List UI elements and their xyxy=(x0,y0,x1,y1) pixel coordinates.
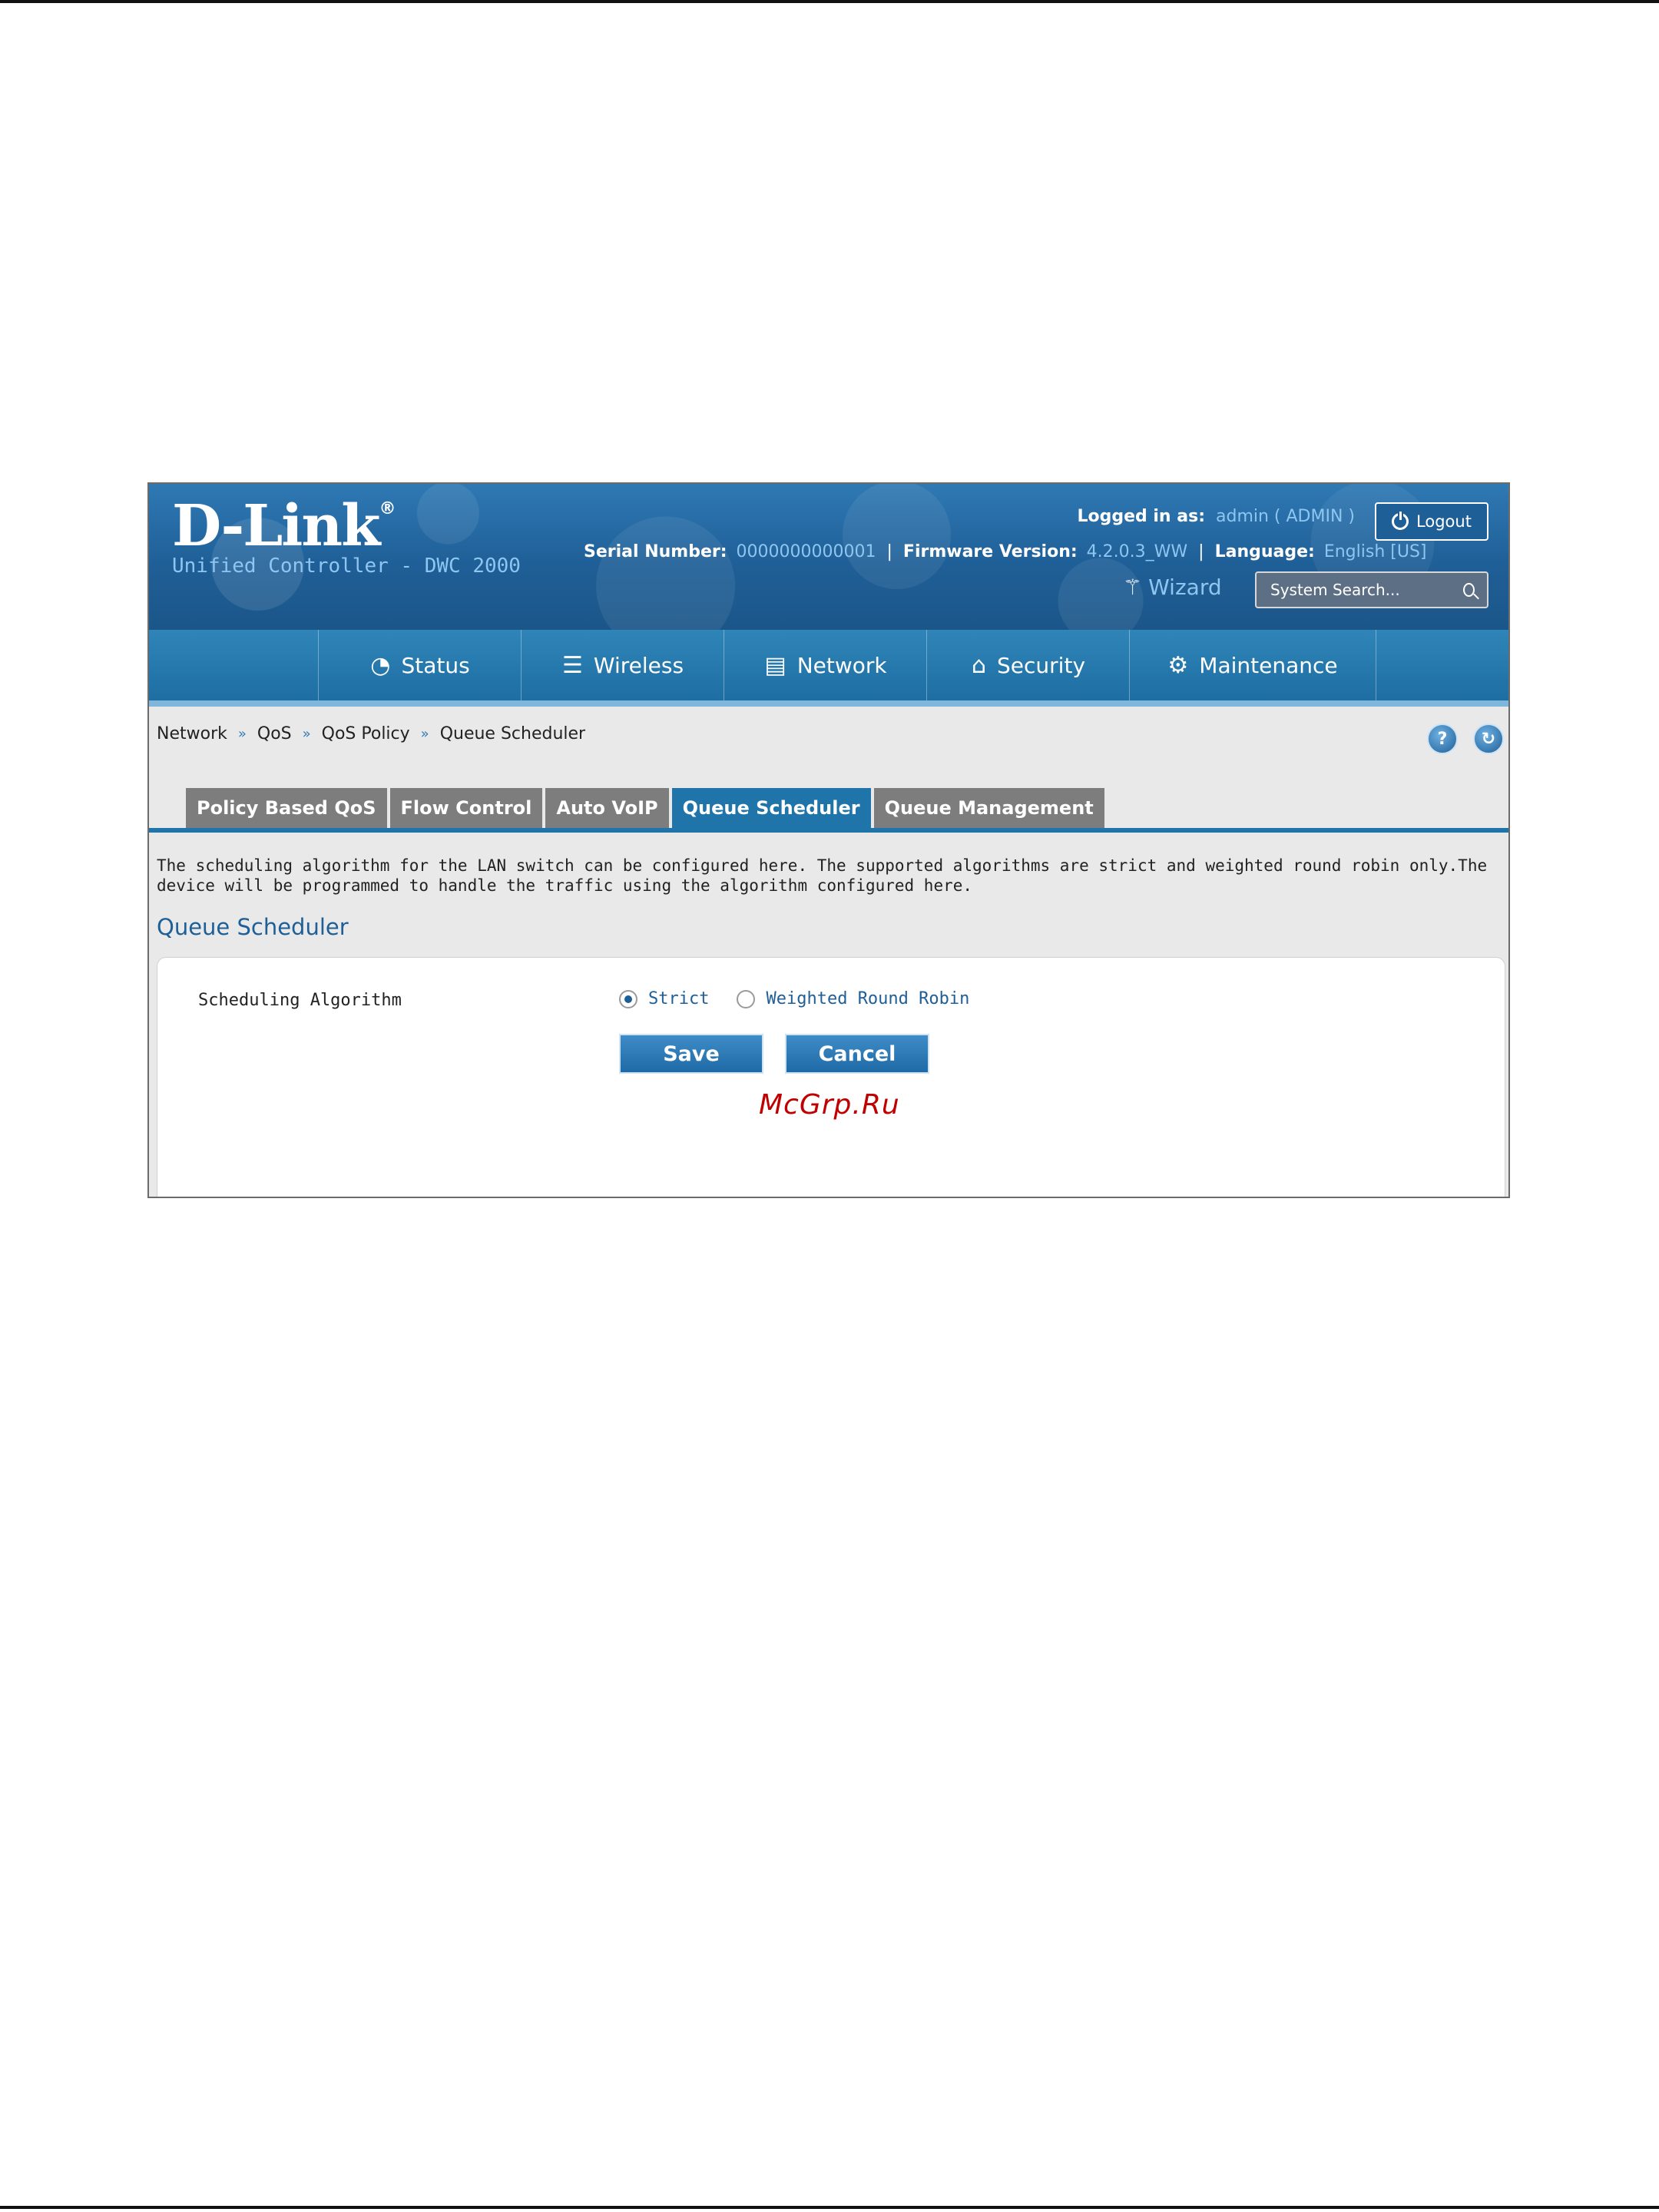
logged-in-status: Logged in as: admin ( ADMIN ) xyxy=(1077,507,1355,526)
breadcrumb-item[interactable]: QoS Policy xyxy=(322,724,410,743)
breadcrumb-item[interactable]: QoS xyxy=(257,724,292,743)
gear-icon: ⚙ xyxy=(1167,651,1189,679)
system-search[interactable] xyxy=(1255,571,1488,608)
nav-item-status[interactable]: ◔ Status xyxy=(318,630,522,700)
dlink-logo: D-Link® xyxy=(172,493,396,559)
nav-item-network[interactable]: ▤ Network xyxy=(724,630,927,700)
logged-in-label: Logged in as: xyxy=(1077,507,1205,526)
logged-in-user: admin ( ADMIN ) xyxy=(1216,507,1355,526)
section-title: Queue Scheduler xyxy=(157,914,349,940)
wizard-link[interactable]: ⚚ Wizard xyxy=(1123,575,1222,600)
language-label: Language: xyxy=(1214,542,1315,561)
product-name: Unified Controller - DWC 2000 xyxy=(172,555,521,578)
breadcrumb-item[interactable]: Network xyxy=(157,724,227,743)
nav-label: Wireless xyxy=(593,652,684,678)
tab-queue-management[interactable]: Queue Management xyxy=(873,788,1104,828)
divider: | xyxy=(1198,542,1204,561)
scheduling-algorithm-radios: Strict Weighted Round Robin xyxy=(619,989,986,1008)
breadcrumb-separator: » xyxy=(302,726,311,742)
nav-label: Security xyxy=(997,652,1086,678)
divider: | xyxy=(886,542,892,561)
tab-auto-voip[interactable]: Auto VoIP xyxy=(545,788,669,828)
refresh-icon[interactable]: ↻ xyxy=(1473,724,1504,754)
nav-item-security[interactable]: ⌂ Security xyxy=(926,630,1130,700)
radio-weighted-round-robin[interactable] xyxy=(737,989,756,1008)
nav-label: Status xyxy=(401,652,470,678)
computer-icon: ▤ xyxy=(764,651,786,679)
breadcrumb-separator: » xyxy=(420,726,429,742)
logout-button[interactable]: Logout xyxy=(1375,502,1488,541)
main-nav: ◔ Status ☰ Wireless ▤ Network ⌂ Security… xyxy=(149,630,1508,707)
logout-label: Logout xyxy=(1416,512,1472,531)
language-link[interactable]: English [US] xyxy=(1324,542,1427,561)
nav-label: Network xyxy=(796,652,887,678)
help-icon[interactable]: ? xyxy=(1427,724,1458,754)
wizard-label: Wizard xyxy=(1148,575,1222,600)
magic-wand-icon: ⚚ xyxy=(1123,575,1143,600)
header-banner: D-Link® Unified Controller - DWC 2000 Lo… xyxy=(149,484,1508,630)
serial-label: Serial Number: xyxy=(584,542,727,561)
radio-strict-label[interactable]: Strict xyxy=(648,989,709,1008)
tab-queue-scheduler[interactable]: Queue Scheduler xyxy=(671,788,871,828)
nav-item-maintenance[interactable]: ⚙ Maintenance xyxy=(1129,630,1376,700)
save-button[interactable]: Save xyxy=(619,1034,763,1074)
tab-bar: Policy Based QoS Flow Control Auto VoIP … xyxy=(186,788,1104,828)
lock-icon: ⌂ xyxy=(971,651,987,679)
radio-strict[interactable] xyxy=(619,989,637,1008)
firmware-value: 4.2.0.3_WW xyxy=(1086,542,1188,561)
breadcrumb-current: Queue Scheduler xyxy=(439,724,586,743)
app-window: D-Link® Unified Controller - DWC 2000 Lo… xyxy=(147,482,1510,1198)
wifi-icon: ☰ xyxy=(561,651,583,679)
page-bottom-rule xyxy=(0,2206,1659,2209)
nav-label: Maintenance xyxy=(1199,652,1338,678)
scheduling-algorithm-label: Scheduling Algorithm xyxy=(198,991,402,1010)
search-input[interactable] xyxy=(1269,580,1463,600)
breadcrumb: Network » QoS » QoS Policy » Queue Sched… xyxy=(157,724,585,743)
page-description: The scheduling algorithm for the LAN swi… xyxy=(157,856,1488,895)
cancel-button[interactable]: Cancel xyxy=(785,1034,929,1074)
power-icon xyxy=(1392,512,1409,530)
tab-flow-control[interactable]: Flow Control xyxy=(389,788,543,828)
search-icon[interactable] xyxy=(1463,583,1475,597)
breadcrumb-separator: » xyxy=(237,726,247,742)
gauge-icon: ◔ xyxy=(370,651,391,679)
tab-policy-based-qos[interactable]: Policy Based QoS xyxy=(186,788,387,828)
page-top-rule xyxy=(0,0,1659,3)
firmware-label: Firmware Version: xyxy=(902,542,1078,561)
watermark-text: McGrp.Ru xyxy=(759,1089,900,1121)
serial-value: 0000000000001 xyxy=(736,542,876,561)
nav-item-wireless[interactable]: ☰ Wireless xyxy=(521,630,724,700)
system-info-row: Serial Number: 0000000000001 | Firmware Ver… xyxy=(584,542,1427,561)
tab-underline xyxy=(149,828,1508,833)
radio-wrr-label[interactable]: Weighted Round Robin xyxy=(766,989,969,1008)
